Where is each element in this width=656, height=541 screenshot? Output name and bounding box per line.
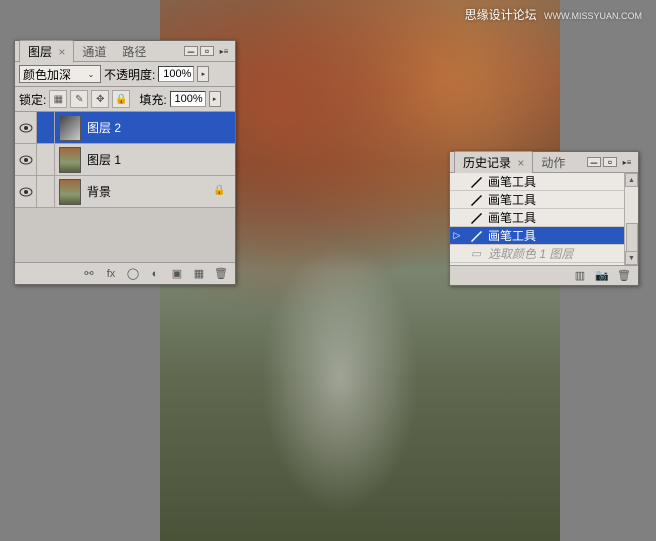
history-panel-tabs: 历史记录 × 动作 – ▫ ▸≡ [450, 152, 638, 173]
layers-panel: 图层 × 通道 路径 – ▫ ▸≡ 颜色加深 ⌄ 不透明度: ▸ 锁定: ▦ ✎… [14, 40, 236, 285]
layer-mask-button[interactable]: ◯ [123, 266, 143, 282]
layers-list: 图层 2 图层 1 背景🔒 [15, 112, 235, 262]
layer-row[interactable]: 图层 1 [15, 144, 235, 176]
brush-tool-icon [467, 211, 485, 225]
watermark: 思缘设计论坛 WWW.MISSYUAN.COM [465, 6, 642, 23]
scroll-down-button[interactable]: ▼ [625, 251, 638, 265]
new-group-button[interactable]: ▣ [167, 266, 187, 282]
layers-options-row-1: 颜色加深 ⌄ 不透明度: ▸ [15, 62, 235, 87]
close-icon[interactable]: × [517, 156, 524, 170]
link-cell[interactable] [37, 144, 55, 175]
lock-all-icon[interactable]: 🔒 [112, 90, 130, 108]
brush-tool-icon [467, 175, 485, 189]
blend-mode-select[interactable]: 颜色加深 ⌄ [19, 65, 101, 83]
delete-state-button[interactable]: 🗑 [614, 268, 634, 284]
tab-layers-label: 图层 [28, 45, 52, 59]
tab-layers[interactable]: 图层 × [19, 40, 74, 63]
layers-footer: ⚯ fx ◯ ◐ ▣ ▦ 🗑 [15, 262, 235, 284]
tab-actions[interactable]: 动作 [533, 152, 573, 173]
panel-collapse-button[interactable]: ▫ [603, 157, 617, 167]
panel-collapse-button[interactable]: ▫ [200, 46, 214, 56]
flyout-menu-icon[interactable]: ▸≡ [620, 155, 634, 169]
fill-label: 填充: [139, 91, 166, 108]
visibility-toggle[interactable] [15, 176, 37, 207]
layer-name[interactable]: 背景 [85, 183, 213, 200]
opacity-label: 不透明度: [104, 66, 155, 83]
layer-row[interactable]: 图层 2 [15, 112, 235, 144]
panel-minimize-button[interactable]: – [587, 157, 601, 167]
select-layer-icon: ▭ [467, 247, 485, 261]
history-row[interactable]: ▭选取颜色 1 图层 [450, 245, 638, 263]
layer-name[interactable]: 图层 1 [85, 151, 235, 168]
close-icon[interactable]: × [58, 45, 65, 59]
lock-label: 锁定: [19, 91, 46, 108]
lock-pixels-icon[interactable]: ✎ [70, 90, 88, 108]
history-row[interactable]: 画笔工具 [450, 209, 638, 227]
tab-paths[interactable]: 路径 [114, 41, 154, 62]
layer-style-button[interactable]: fx [101, 266, 121, 282]
scroll-up-button[interactable]: ▲ [625, 173, 638, 187]
chevron-down-icon: ⌄ [85, 70, 97, 79]
eye-icon [19, 187, 33, 197]
history-marker: ▷ [450, 230, 464, 241]
lock-icon: 🔒 [213, 185, 227, 199]
layers-panel-tabs: 图层 × 通道 路径 – ▫ ▸≡ [15, 41, 235, 62]
tab-history-label: 历史记录 [463, 156, 511, 170]
history-label: 画笔工具 [488, 227, 536, 244]
layer-thumbnail[interactable] [59, 115, 81, 141]
watermark-sub: WWW.MISSYUAN.COM [544, 11, 642, 21]
delete-layer-button[interactable]: 🗑 [211, 266, 231, 282]
panel-minimize-button[interactable]: – [184, 46, 198, 56]
new-document-from-state-button[interactable]: ▥ [570, 268, 590, 284]
eye-icon [19, 155, 33, 165]
scroll-thumb[interactable] [626, 223, 638, 253]
history-label: 选取颜色 1 图层 [488, 245, 573, 262]
fill-flyout-button[interactable]: ▸ [209, 91, 221, 107]
history-row[interactable]: 画笔工具 [450, 173, 638, 191]
visibility-toggle[interactable] [15, 144, 37, 175]
scrollbar[interactable]: ▲ ▼ [624, 173, 638, 265]
tab-channels[interactable]: 通道 [74, 41, 114, 62]
brush-tool-icon [467, 229, 485, 243]
layer-thumbnail[interactable] [59, 147, 81, 173]
history-list: 画笔工具画笔工具画笔工具▷画笔工具▭选取颜色 1 图层 ▲ ▼ [450, 173, 638, 265]
blend-mode-value: 颜色加深 [23, 66, 71, 83]
lock-transparency-icon[interactable]: ▦ [49, 90, 67, 108]
history-label: 画笔工具 [488, 191, 536, 208]
visibility-toggle[interactable] [15, 112, 37, 143]
watermark-main: 思缘设计论坛 [465, 8, 537, 22]
new-layer-button[interactable]: ▦ [189, 266, 209, 282]
layer-name[interactable]: 图层 2 [85, 119, 235, 136]
flyout-menu-icon[interactable]: ▸≡ [217, 44, 231, 58]
opacity-flyout-button[interactable]: ▸ [197, 66, 209, 82]
layer-row[interactable]: 背景🔒 [15, 176, 235, 208]
history-label: 画笔工具 [488, 173, 536, 190]
layer-thumbnail[interactable] [59, 179, 81, 205]
link-cell[interactable] [37, 112, 55, 143]
eye-icon [19, 123, 33, 133]
tab-history[interactable]: 历史记录 × [454, 151, 533, 174]
history-footer: ▥ 📷 🗑 [450, 265, 638, 285]
lock-position-icon[interactable]: ✥ [91, 90, 109, 108]
history-panel: 历史记录 × 动作 – ▫ ▸≡ 画笔工具画笔工具画笔工具▷画笔工具▭选取颜色 … [449, 151, 639, 286]
new-snapshot-button[interactable]: 📷 [592, 268, 612, 284]
history-label: 画笔工具 [488, 209, 536, 226]
fill-input[interactable] [170, 91, 206, 107]
brush-tool-icon [467, 193, 485, 207]
history-row[interactable]: 画笔工具 [450, 191, 638, 209]
link-layers-button[interactable]: ⚯ [79, 266, 99, 282]
opacity-input[interactable] [158, 66, 194, 82]
history-row[interactable]: ▷ 画笔工具 [450, 227, 638, 245]
link-cell[interactable] [37, 176, 55, 207]
adjustment-layer-button[interactable]: ◐ [145, 266, 165, 282]
layers-options-row-2: 锁定: ▦ ✎ ✥ 🔒 填充: ▸ [15, 87, 235, 112]
